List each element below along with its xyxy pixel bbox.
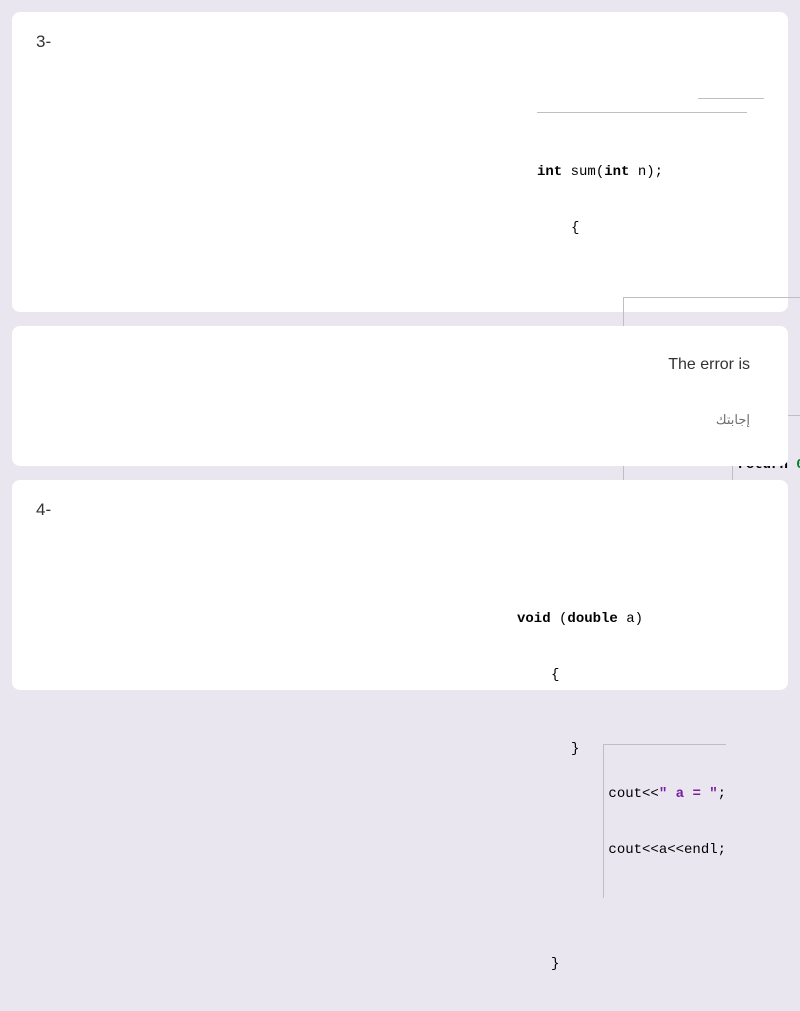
code-nested-block: cout<<" a = "; cout<<a<<endl; [603,744,726,898]
code-line: void (double a) [517,610,726,629]
answer-label[interactable]: إجابتك [716,412,750,428]
code-line: cout<<" a = "; [608,785,726,804]
question-3-card: 3- int sum(int n); { if (n==0); return 0… [12,12,788,312]
error-prompt-card: The error is إجابتك [12,326,788,466]
error-prompt-text: The error is [668,356,750,374]
code-line: { [571,219,747,238]
code-line: cout<<a<<endl; [608,841,726,860]
question-3-number: 3- [36,32,51,52]
code-line: { [551,666,726,685]
decorative-rule [698,98,764,99]
code-line: int sum(int n); [537,163,747,182]
code-line: } [551,955,726,974]
question-4-card: 4- void (double a) { cout<<" a = "; cout… [12,480,788,690]
question-4-code: void (double a) { cout<<" a = "; cout<<a… [517,572,726,1011]
question-4-number: 4- [36,500,51,520]
